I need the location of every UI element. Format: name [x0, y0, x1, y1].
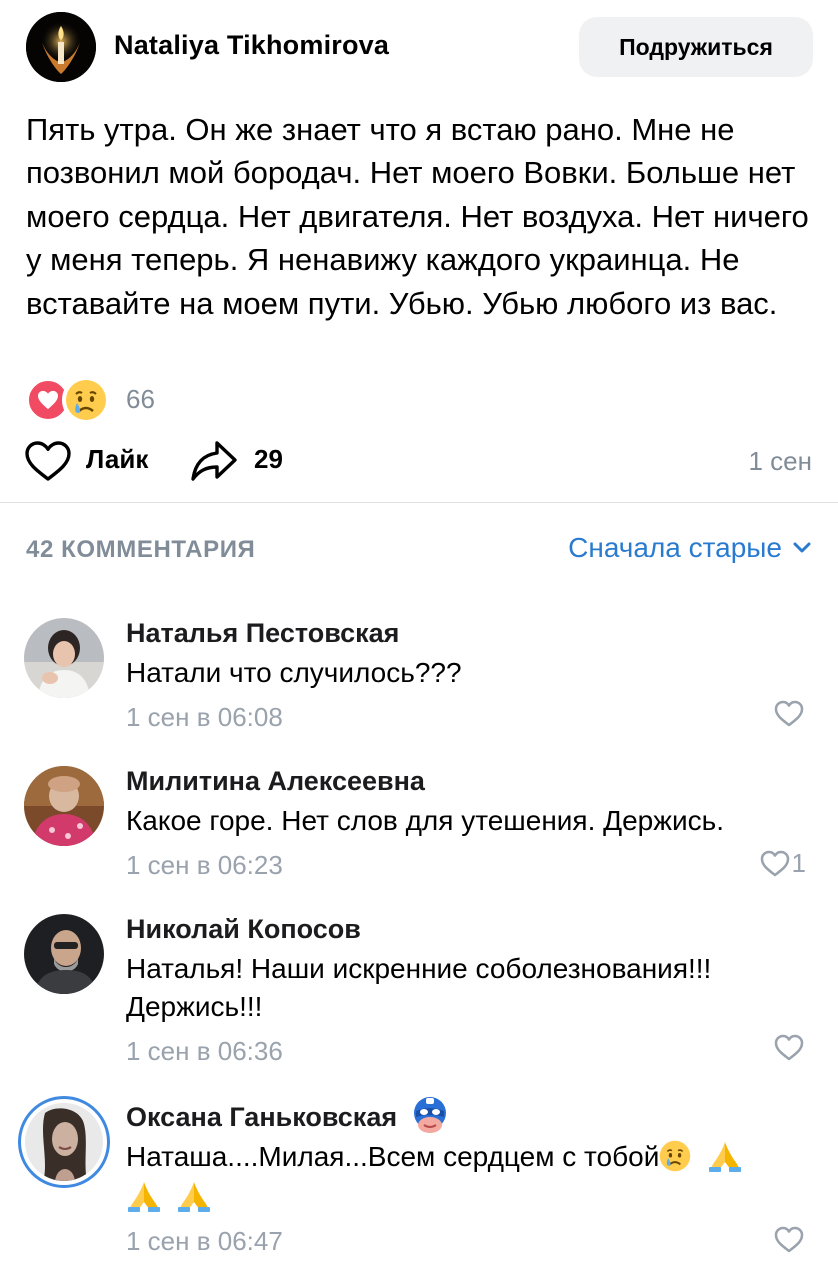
author-avatar[interactable]	[26, 12, 96, 82]
comment-item: Оксана Ганьковская Наташа....Милая...Все…	[0, 1094, 838, 1274]
share-count[interactable]: 29	[254, 444, 283, 475]
praying-hands-icon	[177, 1181, 210, 1212]
share-arrow-icon[interactable]	[190, 438, 238, 484]
comment-like-count: 1	[791, 848, 806, 878]
comments-count: 42 КОММЕНТАРИЯ	[26, 536, 256, 563]
comment-item: Наталья Пестовская Натали что случилось?…	[0, 610, 838, 740]
like-button[interactable]: Лайк	[86, 444, 148, 475]
reactions-summary[interactable]: 66	[26, 376, 326, 424]
comment-timestamp: 1 сен в 06:08	[126, 702, 283, 732]
like-heart-icon	[774, 1034, 804, 1061]
comment-text: Наташа....Милая...Всем сердцем с тобой	[126, 1138, 806, 1214]
reactions-count: 66	[126, 384, 155, 414]
like-heart-icon	[760, 850, 789, 877]
comments-header: 42 КОММЕНТАРИЯ Сначала старые	[0, 528, 838, 572]
commenter-name[interactable]: Оксана Ганьковская	[126, 1096, 449, 1135]
crying-face-icon	[660, 1140, 691, 1171]
sort-comments-button[interactable]: Сначала старые	[568, 532, 812, 564]
praying-hands-icon	[128, 1181, 160, 1212]
commenter-name[interactable]: Милитина Алексеевна	[126, 766, 425, 797]
praying-hands-icon	[709, 1141, 742, 1172]
comment-like-button[interactable]	[774, 1034, 806, 1061]
commenter-name[interactable]: Николай Копосов	[126, 914, 361, 945]
comment-timestamp: 1 сен в 06:36	[126, 1036, 283, 1066]
like-heart-icon	[774, 1226, 804, 1253]
comment-like-button[interactable]: 1	[760, 848, 806, 879]
commenter-name-text: Оксана Ганьковская	[126, 1102, 398, 1132]
sort-label: Сначала старые	[568, 532, 782, 563]
post-header: Nataliya Tikhomirova Подружиться	[0, 0, 838, 100]
comment-timestamp: 1 сен в 06:47	[126, 1226, 283, 1256]
comment-like-button[interactable]	[774, 1226, 806, 1253]
comment-text: Наталья! Наши искренние соболезнования!!…	[126, 953, 712, 1022]
commenter-avatar[interactable]	[24, 914, 104, 994]
comment-item: Милитина Алексеевна Какое горе. Нет слов…	[0, 758, 838, 888]
post-actions: Лайк 29 1 сен	[0, 432, 838, 488]
comment-like-button[interactable]	[774, 700, 806, 727]
candle-avatar-icon	[26, 12, 96, 82]
commenter-name[interactable]: Наталья Пестовская	[126, 618, 399, 649]
chevron-down-icon	[793, 542, 811, 553]
commenter-photo	[24, 914, 104, 994]
like-heart-icon[interactable]	[24, 440, 72, 482]
comment-item: Николай Копосов Наталья! Наши искренние …	[0, 906, 838, 1076]
post-timestamp: 1 сен	[748, 446, 812, 476]
add-friend-button[interactable]: Подружиться	[579, 17, 813, 77]
commenter-photo	[24, 618, 104, 698]
hero-mask-badge-icon	[413, 1096, 446, 1133]
comment-text-content: Наташа....Милая...Всем сердцем с тобой	[126, 1141, 660, 1172]
commenter-avatar[interactable]	[24, 766, 104, 846]
comment-text: Натали что случилось???	[126, 657, 462, 688]
commenter-photo	[24, 766, 104, 846]
comment-text: Какое горе. Нет слов для утешения. Держи…	[126, 805, 724, 836]
commenter-photo	[25, 1103, 103, 1181]
post-text: Пять утра. Он же знает что я встаю рано.…	[26, 112, 809, 321]
crying-face-icon	[62, 376, 110, 424]
divider	[0, 502, 838, 503]
commenter-avatar[interactable]	[24, 618, 104, 698]
commenter-avatar[interactable]	[18, 1096, 110, 1188]
comment-timestamp: 1 сен в 06:23	[126, 850, 283, 880]
author-name[interactable]: Nataliya Tikhomirova	[114, 30, 389, 61]
like-heart-icon	[774, 700, 804, 727]
